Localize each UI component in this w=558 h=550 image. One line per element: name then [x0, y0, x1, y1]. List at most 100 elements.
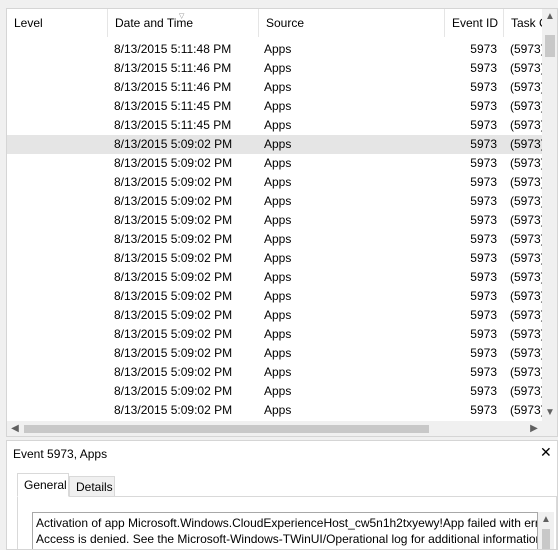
table-row[interactable]: !Error8/13/2015 5:09:02 PMApps5973(5973) — [7, 268, 542, 287]
sort-descending-icon: ▽ — [179, 13, 185, 20]
event-id-cell: 5973 — [470, 99, 497, 113]
table-row[interactable]: !Error8/13/2015 5:09:02 PMApps5973(5973) — [7, 211, 542, 230]
scroll-right-icon[interactable]: ▶ — [526, 421, 542, 436]
date-cell: 8/13/2015 5:11:46 PM — [114, 61, 232, 75]
task-category-cell: (5973) — [510, 270, 542, 284]
event-detail-pane: Event 5973, Apps ✕ General Details Activ… — [6, 440, 558, 550]
vertical-scrollbar[interactable]: ▲ ▼ — [542, 9, 557, 421]
table-row[interactable]: !Error8/13/2015 5:09:02 PMApps5973(5973) — [7, 325, 542, 344]
table-row[interactable]: !Error8/13/2015 5:11:45 PMApps5973(5973) — [7, 116, 542, 135]
table-row[interactable]: !Error8/13/2015 5:09:02 PMApps5973(5973) — [7, 154, 542, 173]
source-cell: Apps — [264, 213, 292, 227]
table-row[interactable]: !Error8/13/2015 5:09:02 PMApps5973(5973) — [7, 192, 542, 211]
scroll-corner — [542, 421, 557, 436]
source-cell: Apps — [264, 232, 292, 246]
task-category-cell: (5973) — [510, 289, 542, 303]
task-category-cell: (5973) — [510, 327, 542, 341]
task-category-cell: (5973) — [510, 137, 542, 151]
event-id-cell: 5973 — [470, 232, 497, 246]
table-row[interactable]: !Error8/13/2015 5:09:02 PMApps5973(5973) — [7, 306, 542, 325]
detail-title: Event 5973, Apps — [13, 447, 108, 461]
description-line: Activation of app Microsoft.Windows.Clou… — [36, 516, 538, 530]
task-category-cell: (5973) — [510, 251, 542, 265]
source-cell: Apps — [264, 194, 292, 208]
scroll-down-icon[interactable]: ▼ — [542, 405, 557, 421]
task-category-cell: (5973) — [510, 118, 542, 132]
horizontal-scrollbar[interactable]: ◀ ▶ — [7, 421, 542, 436]
column-header-row: Level Date and Time ▽ Source Event ID Ta… — [7, 9, 542, 37]
event-id-cell: 5973 — [470, 403, 497, 417]
event-id-cell: 5973 — [470, 384, 497, 398]
column-header-level[interactable]: Level — [7, 9, 108, 37]
close-icon[interactable]: ✕ — [540, 444, 552, 461]
event-rows: !Error8/13/2015 5:11:48 PMApps5973(5973)… — [7, 40, 542, 420]
date-cell: 8/13/2015 5:09:02 PM — [114, 327, 233, 341]
description-line: Access is denied. See the Microsoft-Wind… — [36, 532, 538, 546]
event-id-cell: 5973 — [470, 42, 497, 56]
table-row[interactable]: !Error8/13/2015 5:09:02 PMApps5973(5973) — [7, 382, 542, 401]
tab-details[interactable]: Details — [69, 476, 115, 497]
event-id-cell: 5973 — [470, 308, 497, 322]
table-row[interactable]: !Error8/13/2015 5:09:02 PMApps5973(5973) — [7, 363, 542, 382]
date-cell: 8/13/2015 5:09:02 PM — [114, 137, 233, 151]
date-cell: 8/13/2015 5:09:02 PM — [114, 213, 233, 227]
table-row[interactable]: !Error8/13/2015 5:09:02 PMApps5973(5973) — [7, 249, 542, 268]
date-cell: 8/13/2015 5:09:02 PM — [114, 194, 233, 208]
task-category-cell: (5973) — [510, 42, 542, 56]
column-header-source[interactable]: Source — [259, 9, 445, 37]
source-cell: Apps — [264, 80, 292, 94]
table-row[interactable]: !Error8/13/2015 5:11:46 PMApps5973(5973) — [7, 78, 542, 97]
date-cell: 8/13/2015 5:09:02 PM — [114, 175, 233, 189]
tab-general[interactable]: General — [17, 473, 69, 497]
event-id-cell: 5973 — [470, 118, 497, 132]
table-row[interactable]: !Error8/13/2015 5:09:02 PMApps5973(5973) — [7, 287, 542, 306]
source-cell: Apps — [264, 289, 292, 303]
event-list[interactable]: Level Date and Time ▽ Source Event ID Ta… — [6, 8, 558, 437]
column-header-task[interactable]: Task C — [504, 9, 542, 37]
scroll-up-icon[interactable]: ▲ — [542, 9, 557, 25]
table-row[interactable]: !Error8/13/2015 5:11:48 PMApps5973(5973) — [7, 40, 542, 59]
event-id-cell: 5973 — [470, 156, 497, 170]
table-row[interactable]: !Error8/13/2015 5:11:46 PMApps5973(5973) — [7, 59, 542, 78]
task-category-cell: (5973) — [510, 61, 542, 75]
table-row[interactable]: !Error8/13/2015 5:09:02 PMApps5973(5973) — [7, 230, 542, 249]
source-cell: Apps — [264, 156, 292, 170]
source-cell: Apps — [264, 365, 292, 379]
date-cell: 8/13/2015 5:11:48 PM — [114, 42, 232, 56]
table-row[interactable]: !Error8/13/2015 5:09:02 PMApps5973(5973) — [7, 135, 542, 154]
date-cell: 8/13/2015 5:09:02 PM — [114, 270, 233, 284]
date-cell: 8/13/2015 5:09:02 PM — [114, 251, 233, 265]
date-cell: 8/13/2015 5:09:02 PM — [114, 365, 233, 379]
source-cell: Apps — [264, 384, 292, 398]
toolbar-strip — [0, 0, 558, 8]
date-cell: 8/13/2015 5:11:45 PM — [114, 99, 232, 113]
source-cell: Apps — [264, 175, 292, 189]
table-row[interactable]: !Error8/13/2015 5:09:02 PMApps5973(5973) — [7, 344, 542, 363]
source-cell: Apps — [264, 270, 292, 284]
source-cell: Apps — [264, 42, 292, 56]
event-id-cell: 5973 — [470, 346, 497, 360]
task-category-cell: (5973) — [510, 346, 542, 360]
scroll-thumb[interactable] — [545, 35, 555, 57]
task-category-cell: (5973) — [510, 308, 542, 322]
scroll-thumb[interactable] — [542, 529, 550, 549]
date-cell: 8/13/2015 5:09:02 PM — [114, 346, 233, 360]
source-cell: Apps — [264, 99, 292, 113]
task-category-cell: (5973) — [510, 80, 542, 94]
source-cell: Apps — [264, 327, 292, 341]
task-category-cell: (5973) — [510, 194, 542, 208]
source-cell: Apps — [264, 403, 292, 417]
scroll-left-icon[interactable]: ◀ — [7, 421, 23, 436]
table-row[interactable]: !Error8/13/2015 5:09:02 PMApps5973(5973) — [7, 173, 542, 192]
column-header-event-id[interactable]: Event ID — [445, 9, 504, 37]
table-row[interactable]: !Error8/13/2015 5:09:02 PMApps5973(5973) — [7, 401, 542, 420]
source-cell: Apps — [264, 61, 292, 75]
event-id-cell: 5973 — [470, 137, 497, 151]
date-cell: 8/13/2015 5:11:46 PM — [114, 80, 232, 94]
task-category-cell: (5973) — [510, 403, 542, 417]
event-description[interactable]: Activation of app Microsoft.Windows.Clou… — [32, 512, 538, 549]
scroll-up-icon[interactable]: ▲ — [538, 512, 554, 528]
table-row[interactable]: !Error8/13/2015 5:11:45 PMApps5973(5973) — [7, 97, 542, 116]
scroll-thumb[interactable] — [24, 425, 429, 433]
description-scrollbar[interactable]: ▲ — [538, 512, 554, 549]
